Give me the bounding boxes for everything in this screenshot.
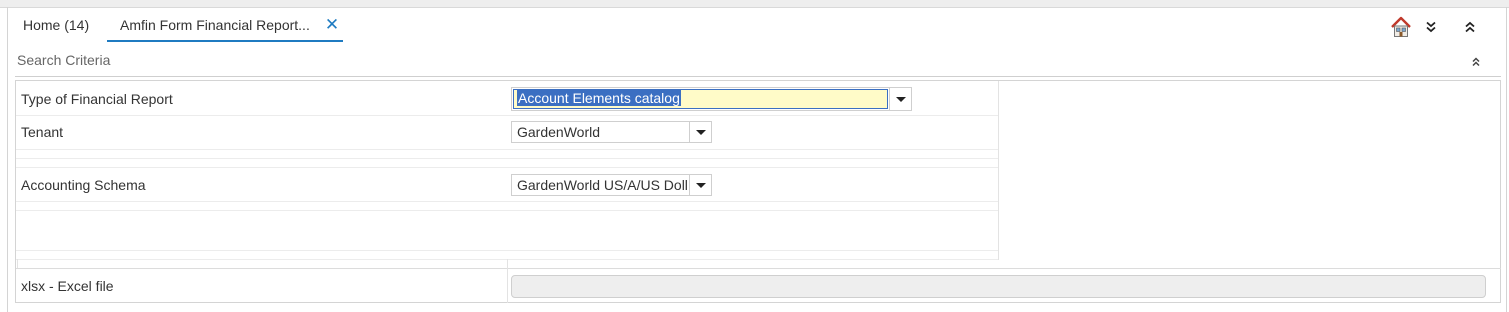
tab-home-label: Home (14) xyxy=(23,17,90,33)
tenant-value[interactable]: GardenWorld xyxy=(517,124,600,140)
column-divider xyxy=(507,268,508,303)
double-chevron-up-icon xyxy=(1472,57,1480,67)
caret-down-icon xyxy=(696,182,706,188)
close-icon[interactable]: ✕ xyxy=(324,16,340,34)
caret-down-icon xyxy=(896,96,906,102)
column-divider xyxy=(998,81,999,260)
search-criteria-title[interactable]: Search Criteria xyxy=(17,52,110,68)
home-button[interactable] xyxy=(1388,14,1414,40)
report-type-combobox[interactable]: Account Elements catalog xyxy=(511,87,912,111)
row-divider xyxy=(16,201,999,202)
report-type-value[interactable]: Account Elements catalog xyxy=(517,90,681,106)
report-type-label: Type of Financial Report xyxy=(21,91,173,107)
column-divider xyxy=(507,259,508,268)
tab-amfin-form-financial-report[interactable]: Amfin Form Financial Report... ✕ xyxy=(107,16,343,42)
row-divider xyxy=(16,115,999,116)
search-criteria-grid xyxy=(15,80,1501,303)
accounting-schema-value[interactable]: GardenWorld US/A/US Dollar xyxy=(517,177,687,193)
excel-file-upload-field[interactable] xyxy=(511,275,1486,298)
row-divider xyxy=(16,149,999,150)
expand-all-button[interactable] xyxy=(1418,14,1444,40)
double-chevron-down-icon xyxy=(1426,21,1436,33)
tab-home[interactable]: Home (14) xyxy=(23,16,89,40)
tenant-label: Tenant xyxy=(21,124,64,140)
caret-down-icon xyxy=(696,129,706,135)
row-divider xyxy=(16,158,999,159)
row-divider xyxy=(16,210,999,211)
report-type-dropdown-button[interactable] xyxy=(889,88,912,110)
excel-file-label: xlsx - Excel file xyxy=(21,278,114,294)
double-chevron-up-icon xyxy=(1465,21,1475,33)
search-criteria-divider xyxy=(15,76,1501,77)
home-icon xyxy=(1391,16,1411,37)
column-divider xyxy=(17,259,18,268)
collapse-all-button[interactable] xyxy=(1457,14,1483,40)
tenant-dropdown-button[interactable] xyxy=(689,122,712,142)
row-divider xyxy=(16,268,1501,269)
tab-active-label: Amfin Form Financial Report... xyxy=(120,17,310,33)
accounting-schema-combobox[interactable]: GardenWorld US/A/US Dollar xyxy=(511,174,712,196)
accounting-schema-dropdown-button[interactable] xyxy=(689,175,712,195)
row-divider xyxy=(16,167,999,168)
row-divider xyxy=(16,250,999,251)
accounting-schema-label: Accounting Schema xyxy=(21,177,146,193)
tenant-combobox[interactable]: GardenWorld xyxy=(511,121,712,143)
search-criteria-collapse-button[interactable] xyxy=(1468,54,1484,70)
